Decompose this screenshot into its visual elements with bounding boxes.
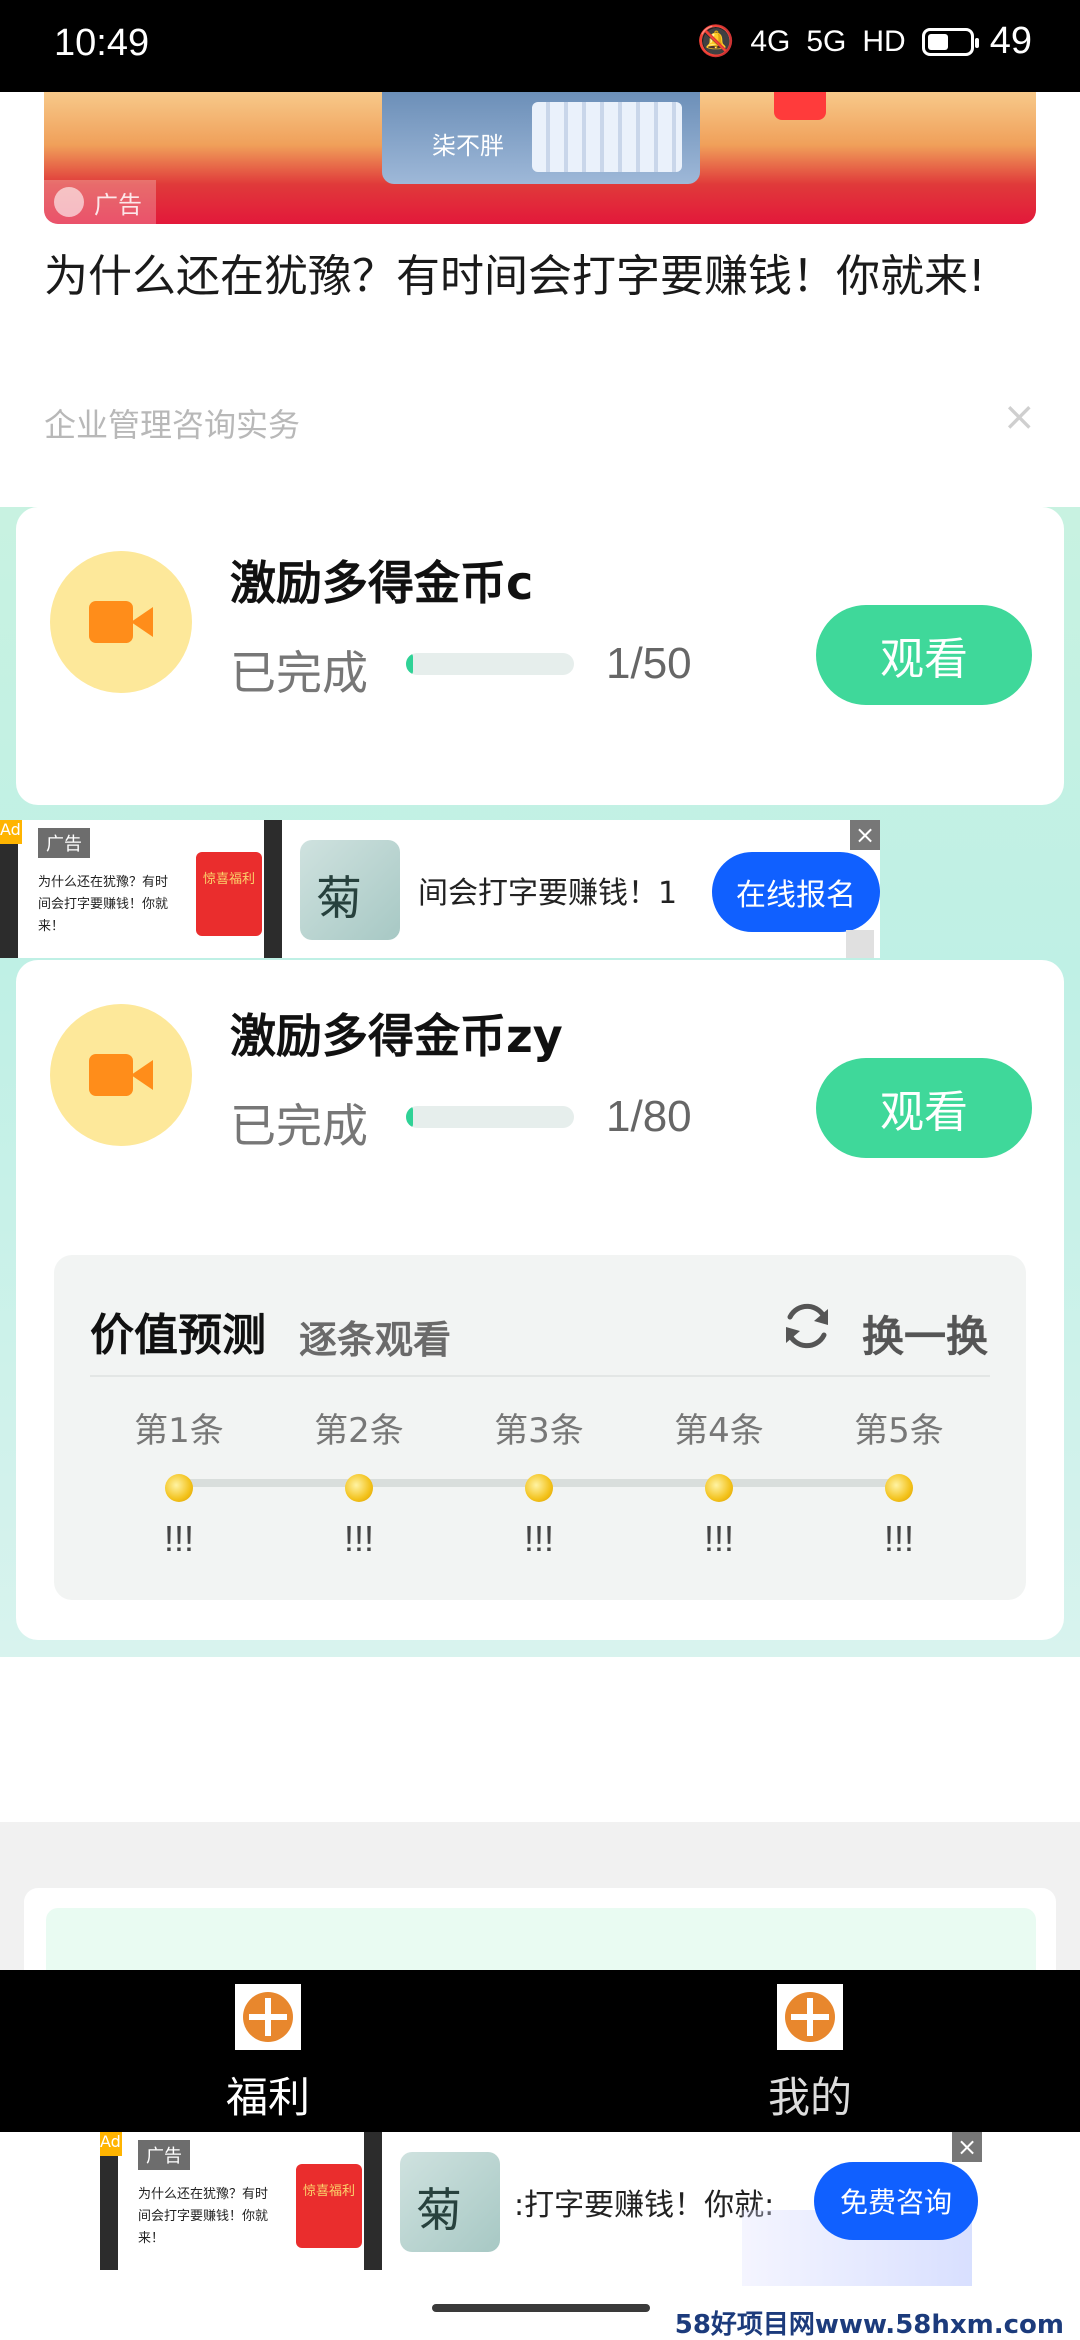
task-name: 激励多得金币zy [230,1009,563,1063]
mine-tab-icon [777,1984,843,2050]
prediction-slot: 第4条 !!! [674,1411,764,1559]
task-progress-bar [406,1106,574,1128]
status-bar: 10:49 🔕 4G 5G HD 49 [0,0,1080,92]
ad-logo-icon [54,187,84,217]
task-card: 激励多得金币c 已完成 1/50 观看 [16,507,1064,805]
red-envelope-image: 惊喜福利 [296,2164,362,2248]
coin-icon [165,1474,193,1502]
next-section [0,1822,1080,1970]
ad-badge: Ad [0,820,22,844]
signal-4g-icon: 4G [750,24,791,58]
hd-icon: HD [862,24,906,58]
watch-button[interactable]: 观看 [816,1058,1032,1158]
predict-subtitle: 逐条观看 [299,1318,452,1362]
coin-icon [885,1474,913,1502]
feed-ad[interactable]: 柒不胖 广告 为什么还在犹豫？有时间会打字要赚钱！你就来! 企业管理咨询实务 × [0,92,1080,507]
task-row: 激励多得金币c 已完成 1/50 观看 [16,507,1064,705]
close-icon[interactable]: × [850,820,880,850]
ad-thumbnail[interactable]: Ad 广告 为什么还在犹豫？有时间会打字要赚钱！你就来！ 惊喜福利 [100,2132,380,2270]
prediction-slot: 第2条 !!! [314,1411,404,1559]
tab-mine[interactable]: 我的 [710,1984,910,2125]
divider [90,1375,990,1377]
prediction-slot: 第5条 !!! [854,1411,944,1559]
ad-thumb-text: 为什么还在犹豫？有时间会打字要赚钱！你就来！ [38,875,169,934]
task-status: 已完成 [230,646,368,700]
task-name: 激励多得金币c [230,556,534,610]
ad-text[interactable]: 间会打字要赚钱！1 [418,868,677,912]
close-icon[interactable]: × [952,2132,982,2162]
battery-icon [921,27,979,56]
value-prediction-panel: 价值预测 逐条观看 换一换 第1条 !!! 第2条 !!! 第3条 !!! 第4… [54,1255,1026,1600]
tab-bar: 福利 我的 [0,1970,1080,2132]
refresh-button[interactable]: 换一换 [862,1303,988,1364]
status-time: 10:49 [54,22,150,64]
ad-cta-button[interactable]: 免费咨询 [814,2162,978,2240]
welfare-tab-icon [235,1984,301,2050]
battery-level: 49 [989,20,1032,62]
inline-ad[interactable]: Ad 广告 为什么还在犹豫？有时间会打字要赚钱！你就来！ 惊喜福利 菊 间会打字… [0,820,880,958]
prediction-slot: 第1条 !!! [134,1411,224,1559]
task-row: 激励多得金币zy 已完成 1/80 观看 [16,960,1064,1158]
task-count: 1/80 [606,1092,692,1141]
ad-app-icon[interactable]: 菊 [300,840,400,940]
watch-button[interactable]: 观看 [816,605,1032,705]
ad-tag: 广告 [138,2140,190,2170]
watermark: 58好项目网www.58hxm.com [668,2304,1070,2340]
ad-banner-image[interactable]: 柒不胖 广告 [44,92,1036,224]
ad-source: 企业管理咨询实务 [44,406,301,444]
ad-tag: 广告 [38,828,90,858]
coin-icon [525,1474,553,1502]
red-envelope-image: 惊喜福利 [196,852,262,936]
home-indicator[interactable] [432,2304,650,2312]
banner-caption: 柒不胖 [432,132,504,160]
prediction-slot: 第3条 !!! [494,1411,584,1559]
ad-thumb-text: 为什么还在犹豫？有时间会打字要赚钱！你就来！ [138,2187,269,2246]
signal-5g-icon: 5G [806,24,847,58]
video-camera-icon [50,1004,192,1146]
ad-thumbnail[interactable]: Ad 广告 为什么还在犹豫？有时间会打字要赚钱！你就来！ 惊喜福利 [0,820,280,958]
ad-tag: 广告 [44,180,156,224]
ad-cta-button[interactable]: 在线报名 [712,852,880,932]
ad-badge: Ad [100,2132,122,2156]
bell-off-icon: 🔕 [696,25,735,58]
coin-icon [345,1474,373,1502]
task-progress-bar [406,653,574,675]
refresh-icon[interactable] [778,1297,836,1355]
status-icons: 🔕 4G 5G HD 49 [697,20,1032,63]
ad-app-icon[interactable]: 菊 [400,2152,500,2252]
ad-title[interactable]: 为什么还在犹豫？有时间会打字要赚钱！你就来! [44,244,1004,310]
task-status: 已完成 [230,1099,368,1153]
red-envelope-image [774,92,826,120]
predict-title: 价值预测 [90,1310,266,1361]
task-count: 1/50 [606,639,692,688]
video-camera-icon [50,551,192,693]
close-icon[interactable]: × [1002,394,1036,440]
coin-icon [705,1474,733,1502]
ad-text[interactable]: :打字要赚钱！你就: [514,2180,774,2224]
ad-mini-icon [846,930,874,958]
tab-welfare[interactable]: 福利 [168,1984,368,2125]
phone-image: 柒不胖 [382,92,700,184]
